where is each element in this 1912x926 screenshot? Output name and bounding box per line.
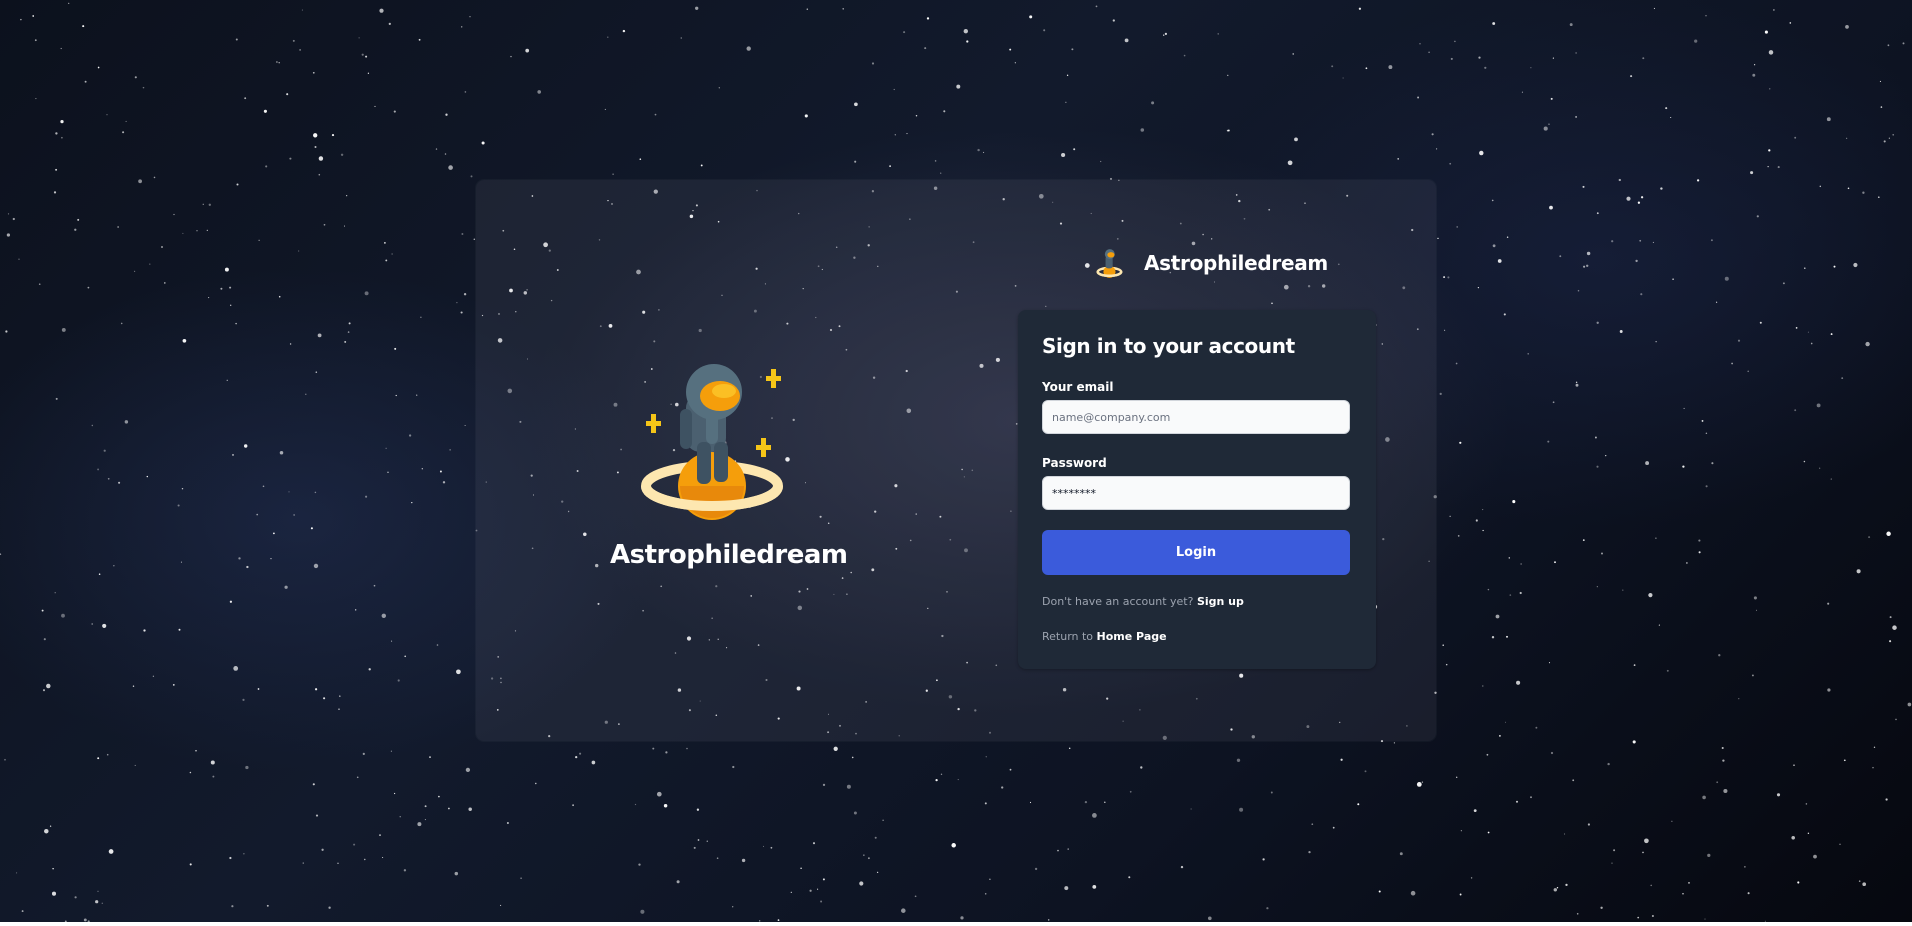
return-home-row: Return to Home Page xyxy=(1042,630,1167,643)
signup-prompt-row: Don't have an account yet? Sign up xyxy=(1042,595,1244,608)
password-input[interactable] xyxy=(1042,476,1350,510)
email-input[interactable] xyxy=(1042,400,1350,434)
password-label: Password xyxy=(1042,456,1107,470)
signup-prompt-text: Don't have an account yet? xyxy=(1042,595,1194,608)
astronaut-logo-icon xyxy=(1096,249,1123,278)
hero-title: Astrophiledream xyxy=(610,540,848,570)
hero-branding: Astrophiledream xyxy=(610,354,848,584)
home-page-link[interactable]: Home Page xyxy=(1097,630,1167,643)
astronaut-logo-icon xyxy=(641,364,783,520)
login-card: Sign in to your account Your email Passw… xyxy=(1018,310,1376,669)
brand-name: Astrophiledream xyxy=(1144,251,1328,275)
login-button[interactable]: Login xyxy=(1042,530,1350,575)
header-brand[interactable]: Astrophiledream xyxy=(1096,246,1328,280)
return-prompt-text: Return to xyxy=(1042,630,1094,643)
email-label: Your email xyxy=(1042,380,1114,394)
login-heading: Sign in to your account xyxy=(1042,334,1295,358)
signup-link[interactable]: Sign up xyxy=(1197,595,1244,608)
